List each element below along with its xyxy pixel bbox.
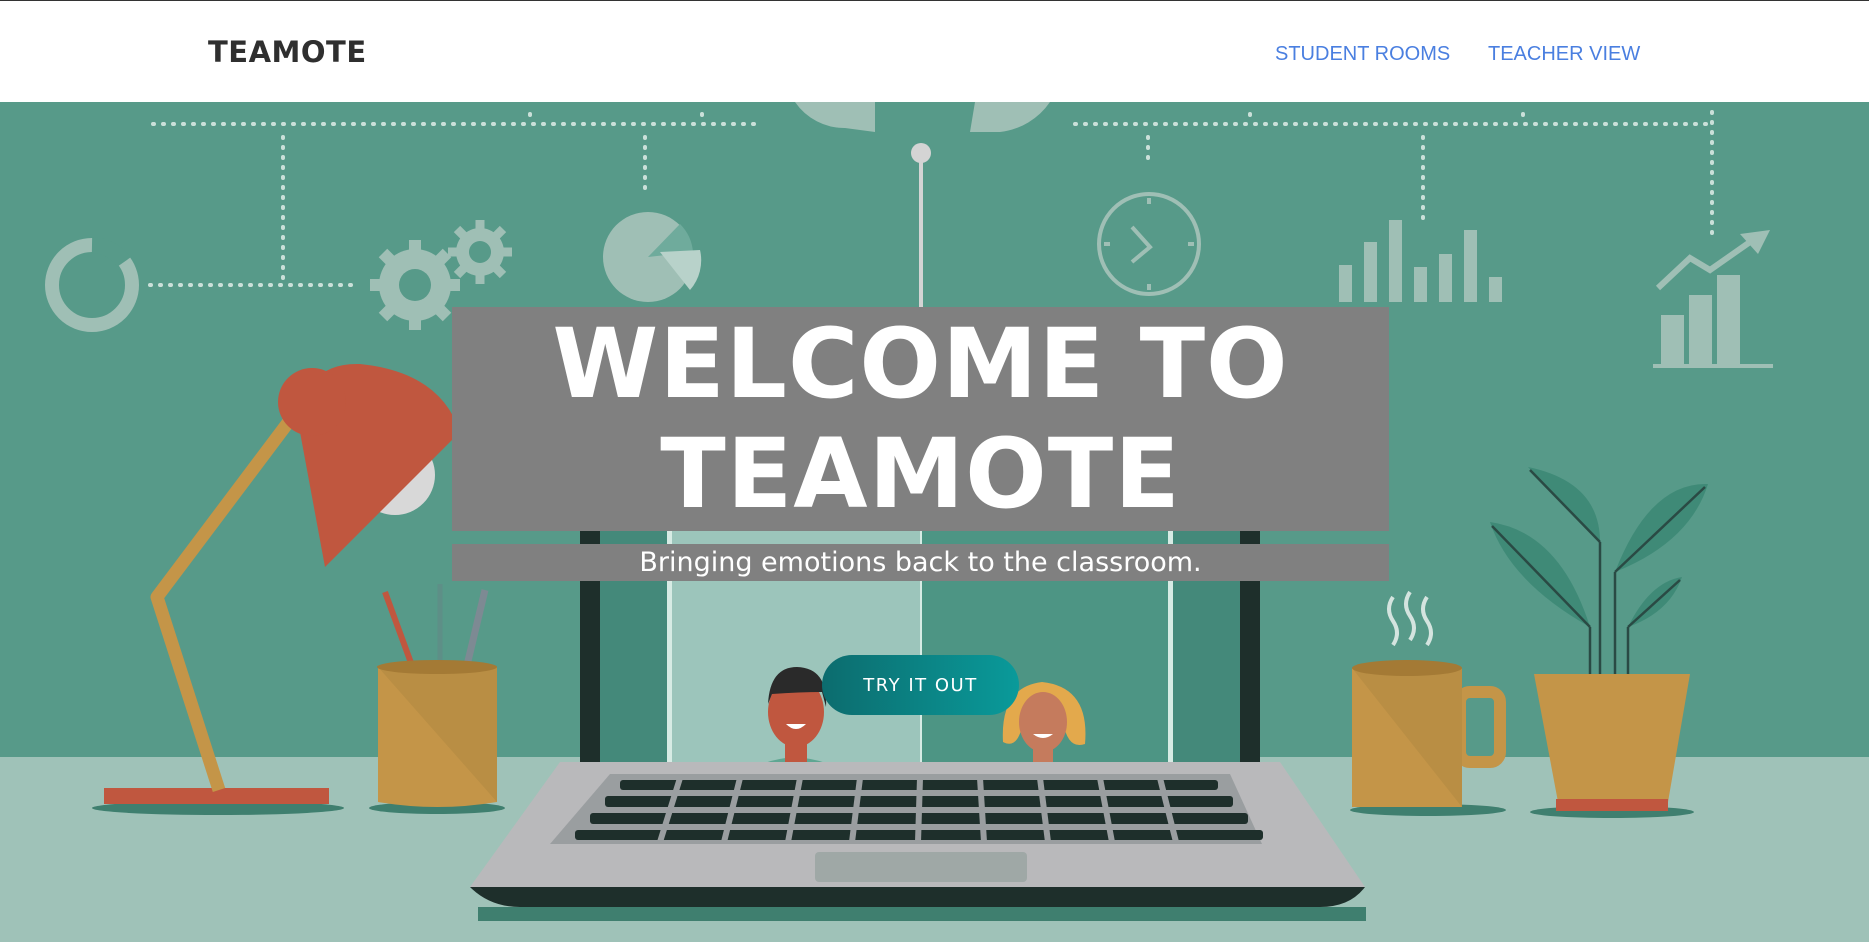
navbar: TEAMOTE STUDENT ROOMS TEACHER VIEW bbox=[0, 0, 1869, 102]
hero-subtitle-box: Bringing emotions back to the classroom. bbox=[452, 544, 1389, 581]
try-it-out-button[interactable]: TRY IT OUT bbox=[822, 655, 1019, 715]
brand-logo[interactable]: TEAMOTE bbox=[208, 35, 367, 69]
hero-title-line-1: WELCOME TO bbox=[552, 308, 1289, 420]
hero-title-line-2: TEAMOTE bbox=[660, 418, 1181, 530]
hero-subtitle: Bringing emotions back to the classroom. bbox=[639, 547, 1202, 578]
hero-title-box: WELCOME TO TEAMOTE bbox=[452, 307, 1389, 531]
nav-teacher-view[interactable]: TEACHER VIEW bbox=[1488, 43, 1640, 66]
nav-student-rooms[interactable]: STUDENT ROOMS bbox=[1275, 43, 1450, 66]
hero-section: WELCOME TO TEAMOTE Bringing emotions bac… bbox=[0, 102, 1869, 942]
